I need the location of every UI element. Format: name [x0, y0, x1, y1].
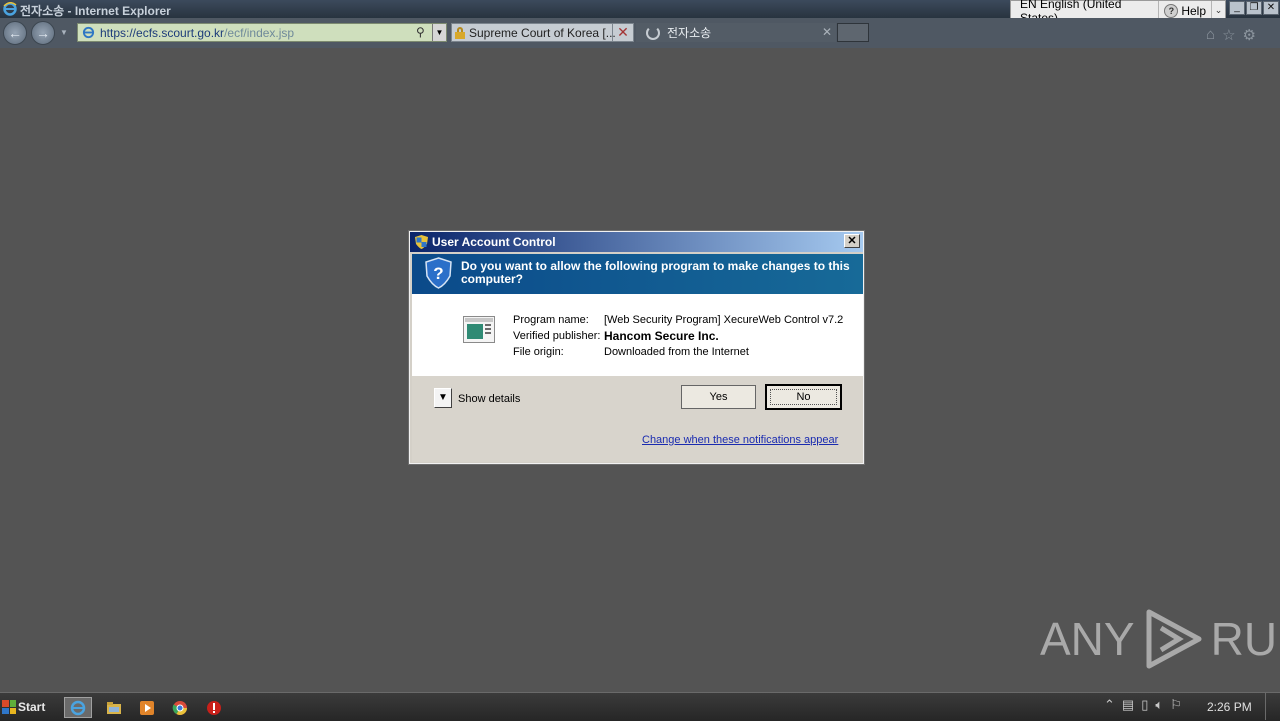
battery-icon[interactable]: ▯ — [1141, 697, 1148, 713]
new-tab-button[interactable] — [837, 23, 869, 42]
uac-title: User Account Control — [432, 235, 556, 249]
restore-button[interactable]: ❐ — [1246, 1, 1262, 15]
close-tab-icon[interactable]: ✕ — [822, 25, 832, 39]
anyrun-watermark: ANY RUN — [1040, 608, 1280, 670]
recent-pages-dropdown-icon[interactable]: ▼ — [60, 28, 68, 37]
tab-supreme-court[interactable]: Supreme Court of Korea [... ✕ — [451, 23, 634, 42]
close-window-button[interactable]: ✕ — [1263, 1, 1279, 15]
program-icon — [463, 316, 495, 343]
ie-navigation-bar: ← → ▼ https://ecfs.scourt.go.kr/ecf/inde… — [0, 18, 1280, 48]
watermark-text-right: RUN — [1210, 613, 1280, 665]
stop-sign-icon — [207, 700, 221, 715]
stop-loading-icon[interactable]: ✕ — [616, 25, 630, 39]
url-text[interactable]: https://ecfs.scourt.go.kr/ecf/index.jsp — [100, 26, 294, 40]
url-path: /ecf/index.jsp — [224, 26, 295, 40]
taskbar-chrome[interactable] — [166, 697, 194, 718]
taskbar-stop-app[interactable] — [200, 697, 228, 718]
action-center-flag-icon[interactable]: ⚐ — [1170, 697, 1182, 713]
folder-icon — [107, 701, 121, 714]
language-bar-options-icon[interactable]: ⌄ — [1212, 5, 1225, 16]
program-name-label: Program name: — [513, 314, 589, 326]
svg-text:?: ? — [433, 264, 443, 283]
question-shield-icon: ? — [425, 257, 452, 289]
chrome-icon — [172, 700, 187, 715]
help-label: Help — [1181, 3, 1207, 18]
internet-explorer-icon — [3, 2, 17, 16]
tab-label: Supreme Court of Korea [... — [469, 25, 616, 40]
play-logo-icon — [1146, 609, 1202, 669]
url-host: https://ecfs.scourt.go.kr — [100, 26, 225, 40]
show-details-toggle[interactable]: ▼ — [434, 388, 452, 408]
volume-icon[interactable]: 🔈︎ — [1155, 697, 1163, 713]
site-icon — [82, 26, 95, 39]
help-icon: ? — [1164, 3, 1179, 18]
window-controls: _ ❐ ✕ — [1229, 1, 1279, 15]
window-title: 전자소송 - Internet Explorer — [20, 4, 171, 18]
taskbar-clock[interactable]: 2:26 PM — [1207, 700, 1252, 714]
show-desktop-button[interactable] — [1265, 693, 1280, 720]
address-dropdown-icon[interactable]: ▼ — [432, 24, 446, 41]
taskbar-internet-explorer[interactable] — [64, 697, 92, 718]
loading-spinner-icon — [646, 25, 660, 40]
yes-button[interactable]: Yes — [681, 385, 756, 409]
start-button[interactable]: Start — [2, 697, 52, 717]
system-tray: ⌃ ▤ ▯ 🔈︎ ⚐ — [1104, 697, 1182, 713]
command-icons: ⌂ ☆ ⚙ — [1206, 26, 1256, 44]
home-icon[interactable]: ⌂ — [1206, 26, 1215, 44]
address-bar[interactable]: https://ecfs.scourt.go.kr/ecf/index.jsp … — [77, 23, 447, 42]
search-icon[interactable]: ⚲ — [416, 25, 425, 39]
publisher-value: Hancom Secure Inc. — [604, 329, 719, 343]
internet-explorer-icon — [70, 700, 86, 715]
no-button[interactable]: No — [765, 384, 842, 410]
change-notifications-link[interactable]: Change when these notifications appear — [642, 434, 838, 446]
minimize-button[interactable]: _ — [1229, 1, 1245, 15]
taskbar-media-player[interactable] — [133, 697, 161, 718]
start-label: Start — [18, 700, 46, 714]
uac-question: Do you want to allow the following progr… — [461, 259, 850, 286]
tools-gear-icon[interactable]: ⚙ — [1243, 26, 1256, 44]
uac-banner: ? Do you want to allow the following pro… — [412, 254, 863, 294]
file-origin-label: File origin: — [513, 346, 564, 358]
show-details-label[interactable]: Show details — [458, 393, 520, 405]
windows-logo-icon — [2, 700, 16, 714]
uac-shield-icon — [415, 235, 428, 249]
file-origin-value: Downloaded from the Internet — [604, 346, 749, 358]
watermark-text-left: ANY — [1040, 613, 1135, 665]
favorites-star-icon[interactable]: ☆ — [1222, 26, 1235, 44]
taskbar-file-explorer[interactable] — [100, 697, 128, 718]
uac-close-button[interactable]: ✕ — [844, 234, 860, 248]
show-hidden-icons-icon[interactable]: ⌃ — [1104, 697, 1115, 713]
taskbar: Start ⌃ ▤ ▯ 🔈︎ ⚐ 2:26 PM — [0, 692, 1280, 721]
uac-title-bar[interactable]: User Account Control ✕ — [410, 232, 863, 252]
lock-icon — [455, 27, 465, 39]
uac-dialog: User Account Control ✕ ? Do you want to … — [408, 230, 865, 465]
publisher-label: Verified publisher: — [513, 330, 601, 342]
program-name-value: [Web Security Program] XecureWeb Control… — [604, 314, 844, 326]
forward-button[interactable]: → — [31, 21, 55, 45]
back-button[interactable]: ← — [3, 21, 27, 45]
uac-program-info: Program name: [Web Security Program] Xec… — [412, 294, 863, 376]
uac-footer: ▼ Show details Yes No Change when these … — [412, 376, 863, 462]
media-player-icon — [140, 700, 154, 715]
network-icon[interactable]: ▤ — [1122, 697, 1134, 713]
tab-label: 전자소송 — [667, 26, 712, 40]
tab-separator — [612, 24, 613, 41]
tab-ecourt[interactable]: 전자소송 ✕ — [636, 23, 836, 42]
